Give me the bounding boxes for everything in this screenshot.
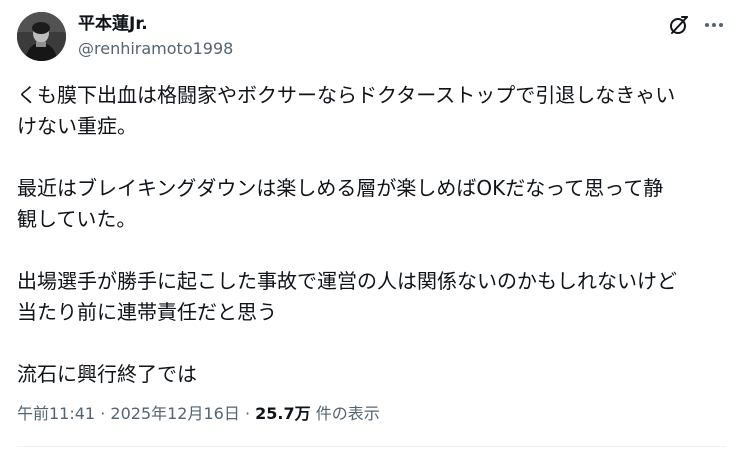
tweet-time[interactable]: 午前11:41	[17, 404, 95, 423]
tweet-line: 当たり前に連帯責任だと思う	[17, 300, 277, 324]
tweet-paragraph: 出場選手が勝手に起こした事故で運営の人は関係ないのかもしれないけど 当たり前に連…	[17, 266, 729, 328]
tweet-text: くも膜下出血は格闘家やボクサーならドクターストップで引退しなきゃい けない重症。…	[17, 80, 729, 390]
tweet: 平本蓮Jr. @renhiramoto1998 くも膜下出血は格闘家やボクサーな…	[0, 0, 743, 465]
tweet-line: 流石に興行終了では	[17, 362, 197, 386]
divider	[17, 446, 726, 447]
tweet-paragraph: 最近はブレイキングダウンは楽しめる層が楽しめばOKだなって思って静 観していた。	[17, 173, 729, 235]
author-handle[interactable]: @renhiramoto1998	[78, 39, 233, 59]
tweet-line: 出場選手が勝手に起こした事故で運営の人は関係ないのかもしれないけど	[17, 269, 677, 293]
tweet-date[interactable]: 2025年12月16日	[110, 404, 239, 423]
grok-icon[interactable]	[668, 14, 690, 36]
more-icon[interactable]	[703, 14, 725, 36]
tweet-meta: 午前11:41 · 2025年12月16日 · 25.7万 件の表示	[17, 403, 380, 425]
meta-separator: ·	[244, 404, 251, 423]
tweet-line: 最近はブレイキングダウンは楽しめる層が楽しめばOKだなって思って静	[17, 176, 664, 200]
tweet-line: 観していた。	[17, 207, 137, 231]
views-label[interactable]: 件の表示	[316, 404, 380, 423]
tweet-paragraph: 流石に興行終了では	[17, 359, 729, 390]
tweet-line: けない重症。	[17, 114, 137, 138]
avatar[interactable]	[17, 12, 66, 61]
tweet-paragraph: くも膜下出血は格闘家やボクサーならドクターストップで引退しなきゃい けない重症。	[17, 80, 729, 142]
tweet-line: くも膜下出血は格闘家やボクサーならドクターストップで引退しなきゃい	[17, 83, 676, 107]
meta-separator: ·	[100, 404, 106, 423]
views-count[interactable]: 25.7万	[255, 404, 310, 423]
author-display-name[interactable]: 平本蓮Jr.	[78, 13, 148, 35]
profile-photo-icon	[17, 12, 66, 61]
